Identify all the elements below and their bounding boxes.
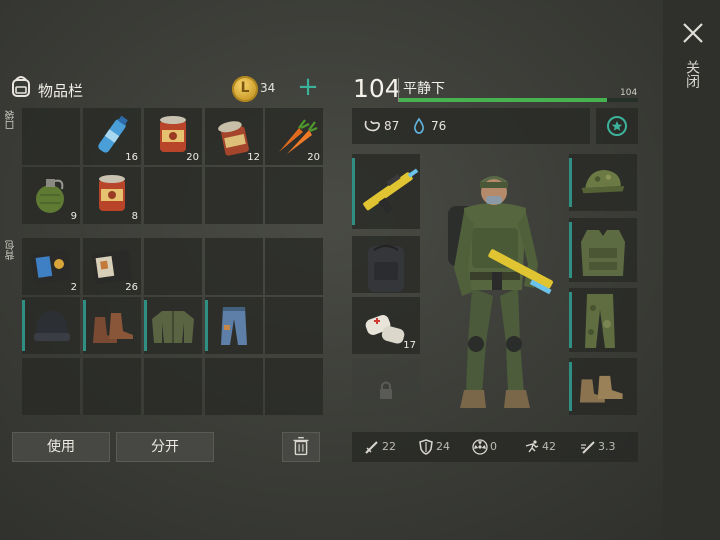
inventory-slot-opened-can[interactable]: 12 [205, 108, 263, 165]
radiation-value: 0 [490, 440, 497, 453]
assault-rifle-icon [363, 168, 419, 214]
shield-icon [419, 439, 433, 455]
equipment-slot-tactical-backpack[interactable] [352, 236, 420, 293]
radiation-stat: 0 [472, 432, 516, 462]
inventory-slot-carrots[interactable]: 20 [265, 108, 323, 165]
hp-bar-fill [399, 98, 607, 102]
item-count: 16 [125, 152, 138, 163]
armor-value: 24 [436, 440, 450, 453]
trash-icon [293, 436, 309, 456]
item-count: 2 [70, 282, 77, 293]
close-button[interactable] [676, 16, 710, 50]
coin-count: 34 [260, 81, 276, 95]
combat-boots-icon [579, 375, 623, 403]
use-button[interactable]: 使用 [12, 432, 110, 462]
lock-icon [380, 381, 392, 399]
tactical-backpack-icon [368, 245, 404, 292]
attack-stat: 22 [364, 432, 414, 462]
inventory-slot-empty[interactable] [265, 297, 323, 354]
inventory-slot-empty[interactable] [265, 358, 323, 415]
item-count: 12 [247, 152, 260, 163]
character-mood: 平静下 [403, 81, 445, 97]
effects-button[interactable] [596, 108, 638, 144]
speed-value: 42 [542, 440, 556, 453]
camo-pants-icon [585, 294, 615, 348]
inventory-slot-beanie-hat[interactable] [22, 297, 80, 354]
bomber-jacket-icon [152, 311, 194, 343]
inventory-slot-empty[interactable] [83, 358, 141, 415]
trash-button[interactable] [282, 432, 320, 462]
backpack-icon [12, 76, 30, 97]
sword-icon [365, 441, 378, 454]
inventory-slot-id-wallet-orange[interactable]: 26 [83, 238, 141, 295]
swift-sword-icon [581, 441, 595, 454]
coin-icon: L [232, 76, 258, 102]
character-figure [448, 176, 553, 408]
item-count: 20 [186, 152, 199, 163]
item-count: 26 [125, 282, 138, 293]
star-badge-icon [607, 116, 627, 136]
inventory-slot-empty[interactable] [205, 167, 263, 224]
inventory-title: 物品栏 [38, 82, 84, 100]
split-button[interactable]: 分开 [116, 432, 214, 462]
inventory-slot-empty[interactable] [205, 238, 263, 295]
equipment-slot-camo-pants[interactable] [569, 288, 637, 352]
inventory-slot-canned-food[interactable]: 20 [144, 108, 202, 165]
max-hp: 104 [620, 88, 638, 98]
beanie-hat-icon [34, 311, 70, 341]
camo-cap-icon [581, 170, 625, 194]
add-coins-button[interactable]: + [296, 74, 320, 100]
survival-stats-panel: 87 76 [352, 108, 590, 144]
item-count: 8 [131, 211, 138, 222]
running-icon [525, 440, 539, 453]
jeans-icon [221, 307, 247, 345]
equipment-slot-bandages[interactable]: 17 [352, 297, 420, 354]
stomach-value: 87 [384, 119, 400, 133]
inventory-slot-empty[interactable] [22, 108, 80, 165]
inventory-slot-empty[interactable] [205, 358, 263, 415]
inventory-slot-bomber-jacket[interactable] [144, 297, 202, 354]
close-label[interactable]: 关闭 [684, 60, 700, 88]
item-count: 20 [307, 152, 320, 163]
water-drop-icon [414, 117, 424, 134]
inventory-slot-empty[interactable] [22, 358, 80, 415]
stomach-icon [364, 120, 380, 132]
inventory-slot-water-bottle[interactable]: 16 [83, 108, 141, 165]
equipment-slot-camo-cap[interactable] [569, 154, 637, 211]
pockets-label: 口袋 [6, 110, 17, 130]
equipment-slot-locked-slot [352, 359, 420, 416]
close-icon [683, 23, 703, 43]
inventory-slot-empty[interactable] [144, 358, 202, 415]
water-value: 76 [431, 119, 447, 133]
equipment-slot-tactical-vest[interactable] [569, 218, 637, 282]
inventory-slot-canned-food[interactable]: 8 [83, 167, 141, 224]
tactical-vest-icon [581, 230, 625, 276]
radiation-icon [472, 439, 488, 455]
inventory-slot-empty[interactable] [144, 167, 202, 224]
inventory-slot-id-wallet-blue[interactable]: 2 [22, 238, 80, 295]
attack-value: 22 [382, 440, 396, 453]
character-level: 104 [353, 74, 401, 103]
armor-stat: 24 [418, 432, 468, 462]
backpack-label: 背包 [6, 240, 17, 260]
inventory-slot-jeans[interactable] [205, 297, 263, 354]
inventory-slot-empty[interactable] [144, 238, 202, 295]
equipment-slot-assault-rifle[interactable] [352, 154, 420, 229]
item-count: 17 [403, 340, 416, 351]
inventory-slot-empty[interactable] [265, 238, 323, 295]
speed-stat: 42 [524, 432, 576, 462]
inventory-slot-grenade[interactable]: 9 [22, 167, 80, 224]
inventory-slot-leather-boots[interactable] [83, 297, 141, 354]
item-count: 9 [70, 211, 77, 222]
leather-boots-icon [93, 313, 133, 343]
attack-speed-value: 3.3 [598, 440, 616, 453]
equipment-slot-combat-boots[interactable] [569, 358, 637, 415]
inventory-slot-empty[interactable] [265, 167, 323, 224]
attack-speed-stat: 3.3 [580, 432, 636, 462]
